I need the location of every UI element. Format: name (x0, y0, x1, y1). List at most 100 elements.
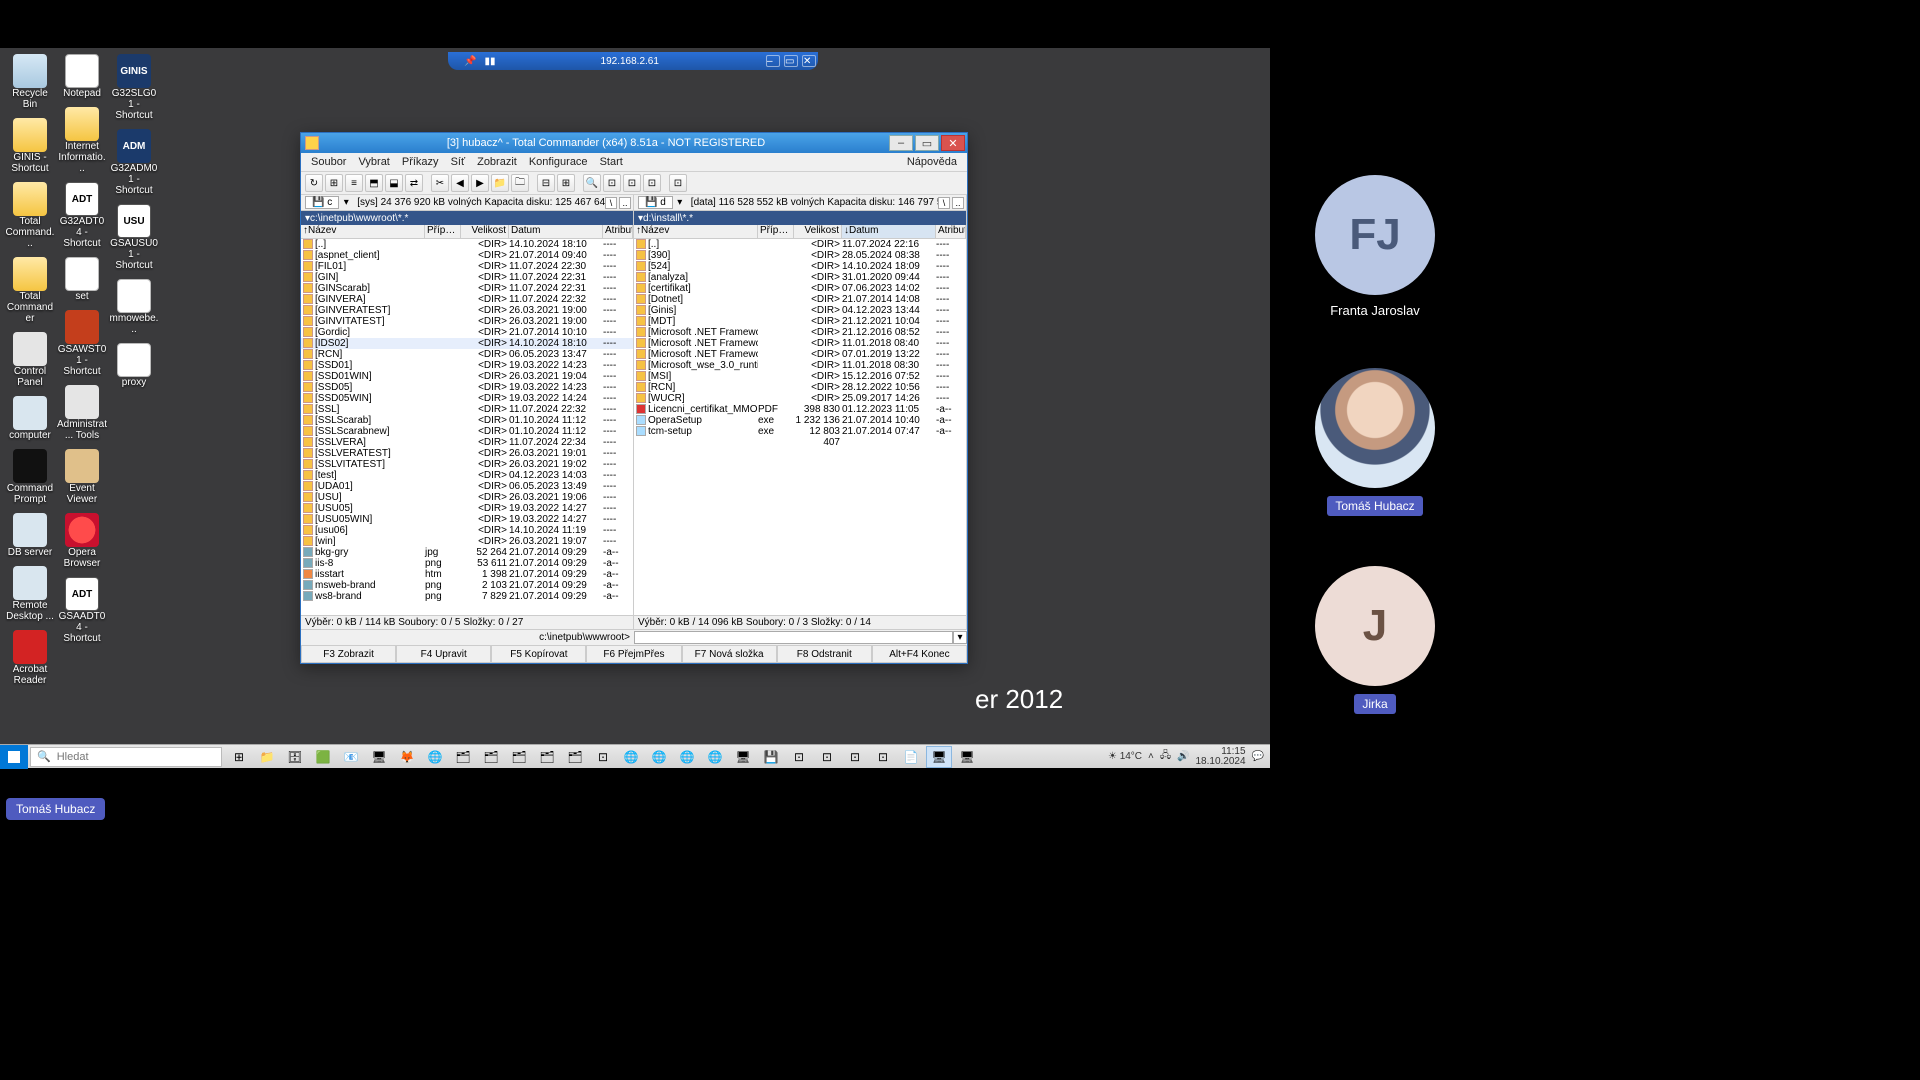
toolbar-button[interactable]: ⊞ (325, 174, 343, 192)
col-date[interactable]: Datum (509, 225, 603, 238)
toolbar-button[interactable]: ⬒ (365, 174, 383, 192)
taskbar-apps[interactable]: ⊞📁🗄🟩📧🖥🦊🌐🗂🗂🗂🗂🗂⊡🌐🌐🌐🌐🖥💾⊡⊡⊡⊡📄🖥🖥 (226, 746, 980, 768)
left-up-button[interactable]: .. (619, 197, 631, 209)
file-row[interactable]: [USU05]<DIR>19.03.2022 14:27---- (301, 503, 633, 514)
file-row[interactable]: [RCN]<DIR>28.12.2022 10:56---- (634, 382, 966, 393)
desktop-icon[interactable]: Control Panel (4, 332, 56, 388)
taskbar-app[interactable]: 🌐 (422, 746, 448, 768)
file-row[interactable]: [USU05WIN]<DIR>19.03.2022 14:27---- (301, 514, 633, 525)
taskbar-app[interactable]: 🗂 (534, 746, 560, 768)
fkey-button[interactable]: F3 Zobrazit (301, 645, 396, 663)
taskbar-app[interactable]: 🖥 (954, 746, 980, 768)
file-row[interactable]: [Ginis]<DIR>04.12.2023 13:44---- (634, 305, 966, 316)
taskbar-app[interactable]: 🌐 (618, 746, 644, 768)
file-row[interactable]: [Microsoft .NET Framework 4.7.2 (Offline… (634, 349, 966, 360)
file-row[interactable]: [IDS02]<DIR>14.10.2024 18:10---- (301, 338, 633, 349)
taskbar-app[interactable]: 🟩 (310, 746, 336, 768)
desktop-icon[interactable]: set (56, 257, 108, 302)
taskbar-app[interactable]: 🗂 (506, 746, 532, 768)
desktop-icon[interactable]: proxy (108, 343, 160, 388)
right-drive-letter[interactable]: 💾 d (638, 196, 673, 209)
desktop-icon[interactable]: Acrobat Reader (4, 630, 56, 686)
file-row[interactable]: [SSL]<DIR>11.07.2024 22:32---- (301, 404, 633, 415)
toolbar-button[interactable]: ⊟ (537, 174, 555, 192)
taskbar-app[interactable]: 📄 (898, 746, 924, 768)
col-name[interactable]: ↑Název (634, 225, 758, 238)
file-row[interactable]: [..]<DIR>14.10.2024 18:10---- (301, 239, 633, 250)
desktop-icon[interactable]: mmowebe... (108, 279, 160, 335)
toolbar-button[interactable]: ⊞ (557, 174, 575, 192)
left-drive-dropdown[interactable]: ▾ (341, 197, 351, 208)
file-row[interactable]: [SSLScarab]<DIR>01.10.2024 11:12---- (301, 415, 633, 426)
command-line[interactable]: c:\inetpub\wwwroot> ▾ (301, 629, 967, 645)
taskbar-app[interactable]: ⊡ (842, 746, 868, 768)
file-row[interactable]: iisstarthtm1 39821.07.2014 09:29-a-- (301, 569, 633, 580)
desktop-icon[interactable]: ADMG32ADM01 - Shortcut (108, 129, 160, 196)
taskbar-app[interactable]: 🌐 (702, 746, 728, 768)
taskbar-app[interactable]: ⊡ (590, 746, 616, 768)
file-row[interactable]: [MDT]<DIR>21.12.2021 10:04---- (634, 316, 966, 327)
fkey-button[interactable]: F4 Upravit (396, 645, 491, 663)
taskbar-app[interactable]: 🗂 (450, 746, 476, 768)
file-row[interactable]: bkg-gryjpg52 26421.07.2014 09:29-a-- (301, 547, 633, 558)
file-row[interactable]: OperaSetupexe1 232 13621.07.2014 10:40-a… (634, 415, 966, 426)
taskbar-app[interactable]: 🖥 (926, 746, 952, 768)
file-row[interactable]: Licencni_certifikat_MMOP_GDEVGL00CUSX_..… (634, 404, 966, 415)
file-row[interactable]: [test]<DIR>04.12.2023 14:03---- (301, 470, 633, 481)
file-row[interactable]: [certifikat]<DIR>07.06.2023 14:02---- (634, 283, 966, 294)
col-ext[interactable]: Příp… (425, 225, 461, 238)
desktop-icon[interactable]: USUGSAUSU01 - Shortcut (108, 204, 160, 271)
desktop-icon[interactable]: DB server (4, 513, 56, 558)
tray-chevron-icon[interactable]: ˄ (1148, 751, 1154, 762)
file-row[interactable]: [SSLScarabnew]<DIR>01.10.2024 11:12---- (301, 426, 633, 437)
taskbar-app[interactable]: 📁 (254, 746, 280, 768)
file-row[interactable]: [GINScarab]<DIR>11.07.2024 22:31---- (301, 283, 633, 294)
col-size[interactable]: Velikost (794, 225, 842, 238)
desktop-icon[interactable]: GINIS - Shortcut (4, 118, 56, 174)
file-row[interactable]: [win]<DIR>26.03.2021 19:07---- (301, 536, 633, 547)
file-row[interactable]: [UDA01]<DIR>06.05.2023 13:49---- (301, 481, 633, 492)
desktop-icon[interactable]: Notepad (56, 54, 108, 99)
file-row[interactable]: [GINVITATEST]<DIR>26.03.2021 19:00---- (301, 316, 633, 327)
file-row[interactable]: [SSD01]<DIR>19.03.2022 14:23---- (301, 360, 633, 371)
file-row[interactable]: msweb-brandpng2 10321.07.2014 09:29-a-- (301, 580, 633, 591)
file-row[interactable]: [Gordic]<DIR>21.07.2014 10:10---- (301, 327, 633, 338)
toolbar-button[interactable]: ▶ (471, 174, 489, 192)
col-attr[interactable]: Atribut (603, 225, 633, 238)
desktop-icon[interactable]: Opera Browser (56, 513, 108, 569)
desktop-icon[interactable]: Recycle Bin (4, 54, 56, 110)
desktop-icon[interactable]: Command Prompt (4, 449, 56, 505)
taskbar-app[interactable]: ⊞ (226, 746, 252, 768)
desktop-icon[interactable]: GINISG32SLG01 - Shortcut (108, 54, 160, 121)
taskbar-app[interactable]: 🦊 (394, 746, 420, 768)
menu-item[interactable]: Příkazy (396, 154, 445, 170)
file-row[interactable]: [analyza]<DIR>31.01.2020 09:44---- (634, 272, 966, 283)
fkey-button[interactable]: F7 Nová složka (682, 645, 777, 663)
taskbar-app[interactable]: 📧 (338, 746, 364, 768)
file-row[interactable]: [SSD01WIN]<DIR>26.03.2021 19:04---- (301, 371, 633, 382)
right-drive-dropdown[interactable]: ▾ (675, 197, 685, 208)
file-row[interactable]: [SSLVITATEST]<DIR>26.03.2021 19:02---- (301, 459, 633, 470)
file-row[interactable]: [Microsoft_wse_3.0_runtime]<DIR>11.01.20… (634, 360, 966, 371)
desktop-icon[interactable]: GSAWST01 - Shortcut (56, 310, 108, 377)
taskbar-app[interactable]: ⊡ (870, 746, 896, 768)
pin-icon[interactable]: 📌 (464, 56, 476, 67)
taskbar-app[interactable]: 🌐 (674, 746, 700, 768)
participant[interactable]: JJirka (1315, 566, 1435, 714)
clock[interactable]: 11:1518.10.2024 (1195, 747, 1245, 767)
left-root-button[interactable]: \ (605, 197, 617, 209)
toolbar-button[interactable]: ⊡ (643, 174, 661, 192)
col-name[interactable]: ↑Název (301, 225, 425, 238)
menu-item[interactable]: Soubor (305, 154, 352, 170)
file-row[interactable]: [GIN]<DIR>11.07.2024 22:31---- (301, 272, 633, 283)
titlebar[interactable]: [3] hubacz^ - Total Commander (x64) 8.51… (301, 133, 967, 153)
desktop-icon[interactable]: Remote Desktop ... (4, 566, 56, 622)
right-root-button[interactable]: \ (938, 197, 950, 209)
taskbar-app[interactable]: ⊡ (786, 746, 812, 768)
remote-minimize-button[interactable]: – (766, 55, 780, 67)
menu-item[interactable]: Vybrat (352, 154, 395, 170)
file-row[interactable]: ws8-brandpng7 82921.07.2014 09:29-a-- (301, 591, 633, 602)
left-column-headers[interactable]: ↑Název Příp… Velikost Datum Atribut (301, 225, 633, 239)
toolbar-button[interactable]: ↻ (305, 174, 323, 192)
file-row[interactable]: tcm-setupexe12 803 40721.07.2014 07:47-a… (634, 426, 966, 437)
